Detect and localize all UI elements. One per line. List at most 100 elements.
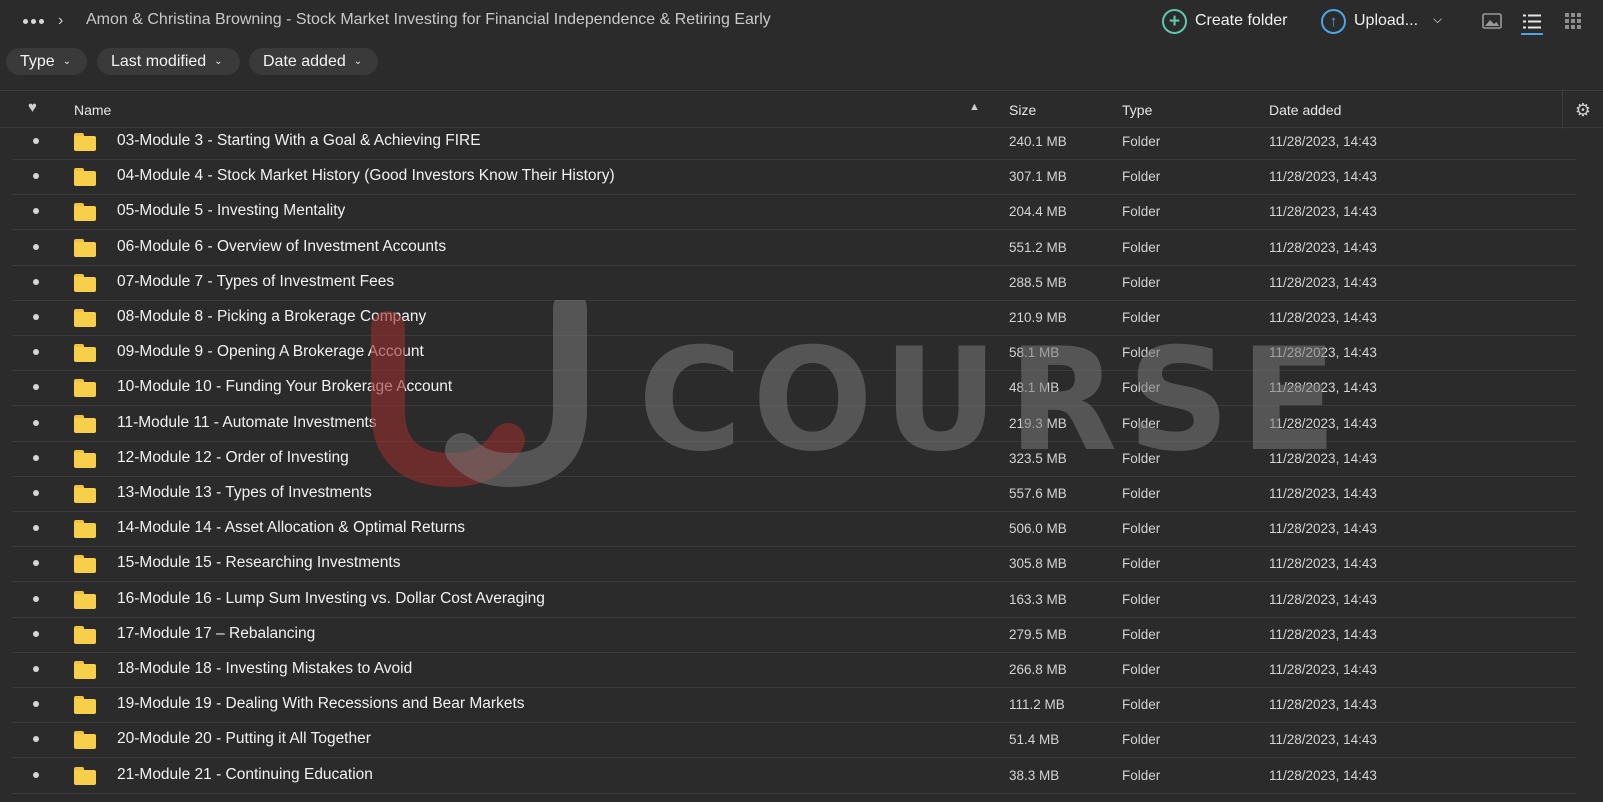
row-type: Folder xyxy=(1122,521,1161,537)
bullet-icon xyxy=(33,454,39,461)
row-name[interactable]: 13-Module 13 - Types of Investments xyxy=(117,484,372,502)
row-name[interactable]: 14-Module 14 - Asset Allocation & Optima… xyxy=(117,519,465,537)
folder-icon xyxy=(74,379,96,398)
row-name[interactable]: 19-Module 19 - Dealing With Recessions a… xyxy=(117,695,525,713)
table-row[interactable]: 03-Module 3 - Starting With a Goal & Ach… xyxy=(12,128,1576,160)
column-header-name[interactable]: Name xyxy=(74,102,111,118)
row-date-added: 11/28/2023, 14:43 xyxy=(1269,626,1377,642)
grid-view-icon[interactable] xyxy=(1562,10,1584,32)
row-name[interactable]: 07-Module 7 - Types of Investment Fees xyxy=(117,273,394,291)
row-name[interactable]: 21-Module 21 - Continuing Education xyxy=(117,766,373,784)
type-filter[interactable]: Type ⌄ xyxy=(6,48,87,75)
row-name[interactable]: 06-Module 6 - Overview of Investment Acc… xyxy=(117,238,446,256)
row-name[interactable]: 03-Module 3 - Starting With a Goal & Ach… xyxy=(117,132,481,150)
row-type: Folder xyxy=(1122,556,1161,572)
table-row[interactable]: 09-Module 9 - Opening A Brokerage Accoun… xyxy=(12,335,1576,372)
row-type: Folder xyxy=(1122,697,1161,713)
row-size: 38.3 MB xyxy=(1009,767,1060,783)
folder-icon xyxy=(74,203,96,222)
row-type: Folder xyxy=(1122,415,1161,431)
row-date-added: 11/28/2023, 14:43 xyxy=(1269,134,1377,149)
row-date-added: 11/28/2023, 14:43 xyxy=(1269,767,1377,783)
folder-icon xyxy=(74,696,96,715)
folder-icon xyxy=(74,731,96,750)
table-row[interactable]: 13-Module 13 - Types of Investments 557.6… xyxy=(12,476,1576,512)
folder-icon xyxy=(74,273,96,292)
row-name[interactable]: 11-Module 11 - Automate Investments xyxy=(117,414,377,432)
table-row[interactable]: 14-Module 14 - Asset Allocation & Optima… xyxy=(12,511,1576,548)
row-date-added: 11/28/2023, 14:43 xyxy=(1269,732,1377,748)
chevron-down-icon: ⌄ xyxy=(353,56,363,67)
row-date-added: 11/28/2023, 14:43 xyxy=(1269,310,1377,325)
table-row[interactable]: 11-Module 11 - Automate Investments 219.3… xyxy=(12,406,1576,442)
bullet-icon xyxy=(33,173,39,180)
column-header-type[interactable]: Type xyxy=(1122,102,1152,118)
bullet-icon xyxy=(33,490,39,496)
row-name[interactable]: 08-Module 8 - Picking a Brokerage Compan… xyxy=(117,308,426,326)
sort-ascending-icon[interactable]: ▲ xyxy=(969,101,980,113)
row-name[interactable]: 09-Module 9 - Opening A Brokerage Accoun… xyxy=(117,343,424,361)
table-row[interactable]: 08-Module 8 - Picking a Brokerage Compan… xyxy=(12,300,1576,336)
row-type: Folder xyxy=(1122,380,1161,396)
table-row[interactable]: 06-Module 6 - Overview of Investment Acc… xyxy=(12,230,1576,266)
row-type: Folder xyxy=(1122,486,1161,501)
row-type: Folder xyxy=(1122,662,1161,677)
breadcrumb-current-folder[interactable]: Amon & Christina Browning - Stock Market… xyxy=(86,11,771,29)
top-bar: › Amon & Christina Browning - Stock Mark… xyxy=(0,0,1603,42)
folder-icon xyxy=(74,661,96,679)
row-type: Folder xyxy=(1122,239,1161,255)
table-row[interactable]: 20-Module 20 - Putting it All Together 51… xyxy=(12,722,1576,759)
upload-button[interactable]: ↑ Upload... xyxy=(1321,8,1418,34)
last-modified-filter[interactable]: Last modified ⌄ xyxy=(97,48,240,75)
create-folder-label: Create folder xyxy=(1195,12,1288,29)
row-name[interactable]: 12-Module 12 - Order of Investing xyxy=(117,449,349,467)
folder-icon xyxy=(74,168,96,187)
folder-icon xyxy=(74,520,96,539)
row-type: Folder xyxy=(1122,345,1161,361)
image-view-icon[interactable] xyxy=(1481,10,1503,32)
row-date-added: 11/28/2023, 14:43 xyxy=(1269,521,1377,537)
folder-icon xyxy=(74,133,96,151)
date-added-filter[interactable]: Date added ⌄ xyxy=(249,48,378,75)
list-view-icon[interactable] xyxy=(1521,10,1543,35)
table-row[interactable]: 16-Module 16 - Lump Sum Investing vs. Do… xyxy=(12,582,1576,618)
row-name[interactable]: 15-Module 15 - Researching Investments xyxy=(117,554,400,572)
row-size: 111.2 MB xyxy=(1009,697,1065,713)
last-modified-filter-label: Last modified xyxy=(111,52,207,70)
row-date-added: 11/28/2023, 14:43 xyxy=(1269,486,1377,501)
row-size: 58.1 MB xyxy=(1009,345,1060,361)
row-date-added: 11/28/2023, 14:43 xyxy=(1269,591,1377,607)
create-folder-button[interactable]: + Create folder xyxy=(1162,8,1288,34)
row-type: Folder xyxy=(1122,732,1161,748)
more-options-icon[interactable] xyxy=(20,12,46,30)
favorite-heart-icon[interactable]: ♥ xyxy=(28,99,37,116)
table-row[interactable]: 04-Module 4 - Stock Market History (Good… xyxy=(12,159,1576,196)
table-row[interactable]: 18-Module 18 - Investing Mistakes to Avo… xyxy=(12,652,1576,688)
table-row[interactable]: 19-Module 19 - Dealing With Recessions a… xyxy=(12,687,1576,724)
row-name[interactable]: 17-Module 17 – Rebalancing xyxy=(117,625,315,643)
column-header-size[interactable]: Size xyxy=(1009,102,1036,118)
row-name[interactable]: 04-Module 4 - Stock Market History (Good… xyxy=(117,167,615,185)
row-size: 323.5 MB xyxy=(1009,450,1067,466)
row-name[interactable]: 16-Module 16 - Lump Sum Investing vs. Do… xyxy=(117,590,545,608)
column-header-date-added[interactable]: Date added xyxy=(1269,102,1341,118)
row-name[interactable]: 18-Module 18 - Investing Mistakes to Avo… xyxy=(117,660,412,678)
table-row[interactable]: 15-Module 15 - Researching Investments 30… xyxy=(12,546,1576,583)
table-row[interactable]: 17-Module 17 – Rebalancing 279.5 MB Folder… xyxy=(12,617,1576,653)
row-size: 279.5 MB xyxy=(1009,626,1067,642)
table-row[interactable]: 07-Module 7 - Types of Investment Fees 28… xyxy=(12,265,1576,301)
table-row[interactable]: 10-Module 10 - Funding Your Brokerage Ac… xyxy=(12,370,1576,407)
bullet-icon xyxy=(33,278,39,285)
row-name[interactable]: 05-Module 5 - Investing Mentality xyxy=(117,202,345,220)
folder-icon xyxy=(74,590,96,609)
folder-icon xyxy=(74,625,96,644)
gear-icon[interactable]: ⚙ xyxy=(1562,91,1603,129)
table-row[interactable]: 12-Module 12 - Order of Investing 323.5 M… xyxy=(12,441,1576,477)
row-name[interactable]: 10-Module 10 - Funding Your Brokerage Ac… xyxy=(117,378,452,396)
row-date-added: 11/28/2023, 14:43 xyxy=(1269,345,1377,361)
table-row[interactable]: 05-Module 5 - Investing Mentality 204.4 M… xyxy=(12,194,1576,231)
row-name[interactable]: 20-Module 20 - Putting it All Together xyxy=(117,730,371,748)
bullet-icon xyxy=(33,771,39,778)
upload-dropdown-chevron-icon[interactable]: ⌵ xyxy=(1433,12,1442,27)
table-row[interactable]: 21-Module 21 - Continuing Education 38.3 … xyxy=(12,758,1576,794)
